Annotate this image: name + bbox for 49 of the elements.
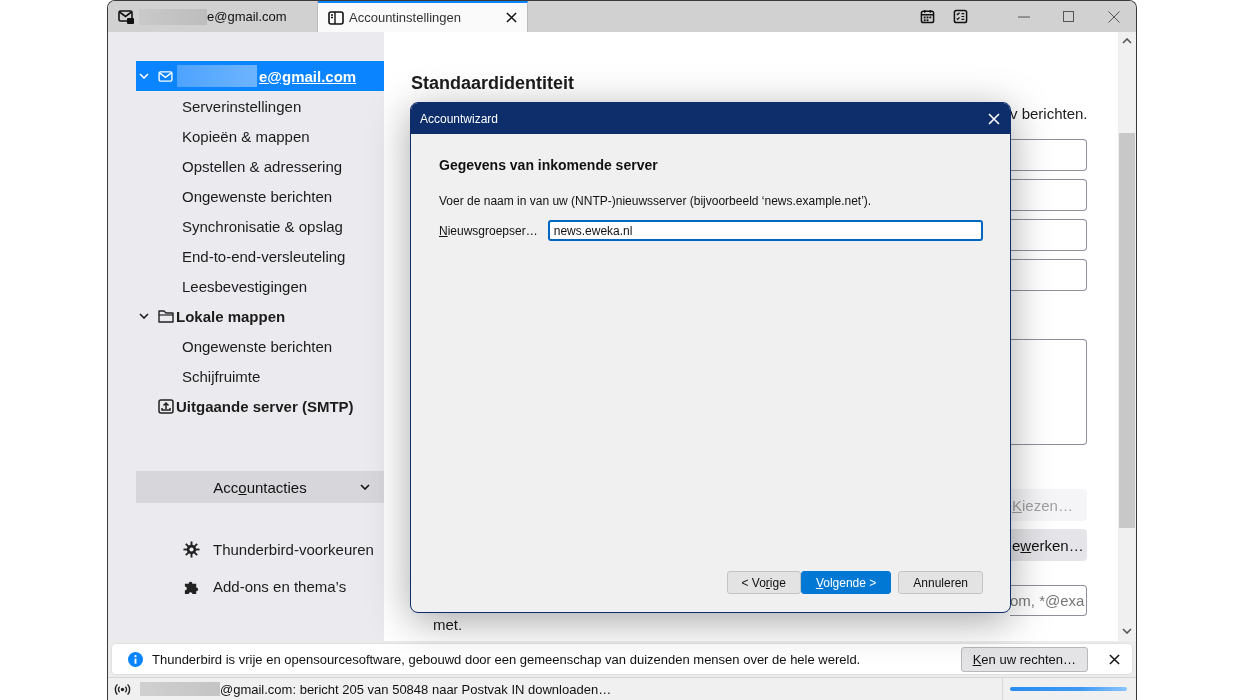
sidebar-layout-icon [328,10,344,25]
next-button[interactable]: Volgende > [800,571,892,594]
maximize-icon[interactable] [1063,11,1074,22]
task-list-icon[interactable] [953,9,968,24]
folder-icon [158,309,174,323]
broadcast-icon [114,682,131,696]
sidebar-item[interactable]: End-to-end-versleuteling [136,241,384,271]
calendar-icon[interactable] [920,9,935,24]
outbox-icon [158,398,174,414]
rights-button[interactable]: Ken uw rechten… [960,646,1088,672]
account-item[interactable]: e@gmail.com [136,61,384,91]
back-button[interactable]: < Vorige [726,571,801,594]
account-item[interactable]: Lokale mappen [136,301,384,331]
instruction-text: Voer de naam in van uw (NNTP-)nieuwsserver (bijvoorbeeld ‘news.example.net’). [439,194,873,208]
status-text: @gmail.com: bericht 205 van 50848 naar Postvak IN downloaden… [220,681,613,697]
sidebar-item[interactable]: Kopieën & mappen [136,121,384,151]
close-icon[interactable] [1109,653,1120,665]
envelope-icon [158,70,173,82]
sidebar-item[interactable]: Schijfruimte [136,361,384,391]
server-field[interactable]: news.eweka.nl [547,220,983,241]
tab[interactable]: Accountinstellingen [318,1,528,32]
dialog-heading: Gegevens van inkomende server [439,157,659,173]
chevron-down-icon [360,484,370,490]
account-item[interactable]: Uitgaande server (SMTP) [136,391,384,421]
dialog-title: Accountwizard [420,111,499,126]
gear-icon [183,540,200,558]
body-text: met. [433,616,464,633]
body-text: v berichten. [1010,104,1087,124]
sidebar-item[interactable]: Serverinstellingen [136,91,384,121]
field-label: Nieuwsgroepser… [439,223,538,238]
notification-text: Thunderbird is vrije en opensourcesoftware, gebouwd door een gemeenschap van duizenden mensen over de hele wereld. [152,651,862,667]
edit-button[interactable]: ewerken… [1010,529,1087,561]
link[interactable]: Thunderbird-voorkeuren [108,533,384,565]
info-icon [128,651,143,667]
section-heading: Standaardidentiteit [411,73,576,94]
sidebar-item[interactable]: Opstellen & adressering [136,151,384,181]
cancel-button[interactable]: Annuleren [898,571,983,594]
account-actions-button[interactable]: Accountacties [136,471,384,503]
scroll-up-icon[interactable] [1122,38,1132,44]
sidebar-item[interactable]: Leesbevestigingen [136,271,384,301]
sidebar-item[interactable]: Synchronisatie & opslag [136,211,384,241]
scroll-down-icon[interactable] [1122,628,1132,634]
envelope-lock-icon [118,9,134,24]
sidebar-item[interactable]: Ongewenste berichten [136,181,384,211]
tab-close-icon[interactable] [506,12,517,23]
scrollbar-thumb[interactable] [1119,133,1135,528]
sidebar-item[interactable]: Ongewenste berichten [136,331,384,361]
link[interactable]: Add-ons en thema’s [108,570,384,602]
input-field[interactable]: om, *@exa [1010,585,1087,616]
